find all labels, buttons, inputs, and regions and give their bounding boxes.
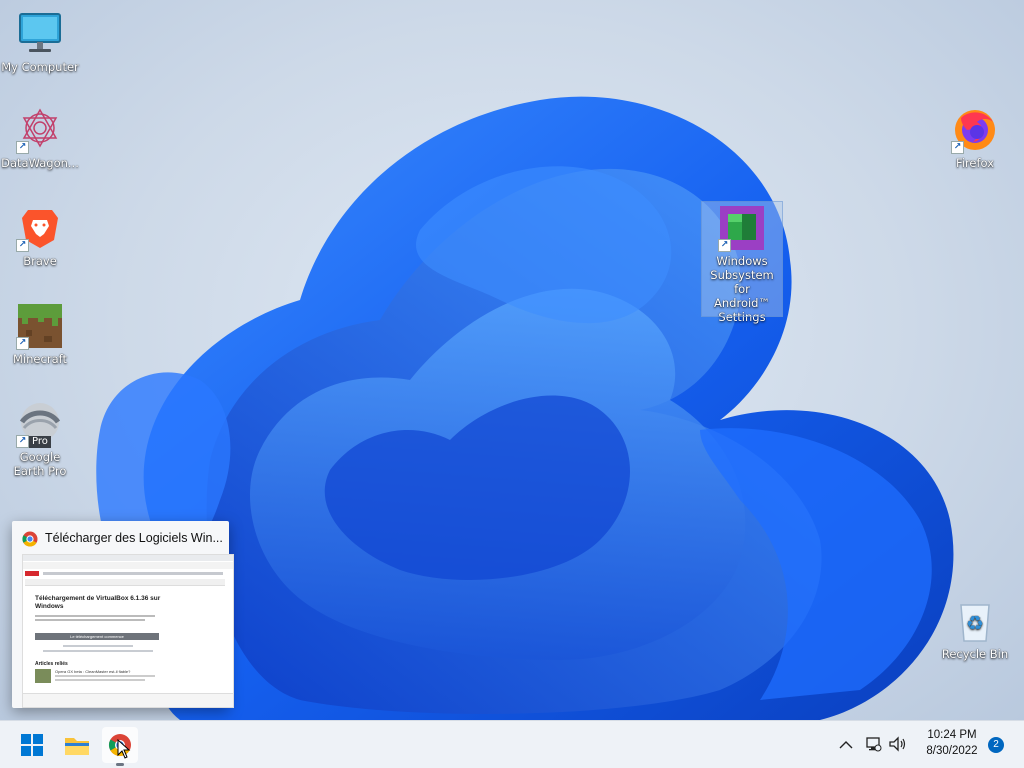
thumb-text-line: [55, 675, 155, 677]
monitor-icon: [16, 10, 64, 58]
chrome-icon: [22, 531, 38, 547]
desktop-icon-label: DataWagon...: [1, 156, 79, 170]
thumb-tabstrip: [23, 555, 233, 561]
shortcut-arrow-icon: ↗: [718, 239, 731, 252]
desktop-icon-recycle-bin[interactable]: ♻ Recycle Bin: [935, 597, 1015, 661]
notification-badge[interactable]: 2: [988, 737, 1004, 753]
desktop-icon-brave[interactable]: ↗ Brave: [0, 204, 80, 268]
thumb-nav-bar: [43, 572, 223, 575]
desktop-icon-label: My Computer: [1, 60, 79, 74]
thumb-subnav: [25, 579, 225, 586]
thumb-address-bar: [23, 562, 233, 569]
thumb-text-line: [35, 615, 155, 617]
shortcut-arrow-icon: ↗: [16, 435, 29, 448]
thumb-text-line: [55, 679, 145, 681]
shortcut-arrow-icon: ↗: [16, 337, 29, 350]
thumb-download-button: Le téléchargement commence: [35, 633, 159, 640]
start-button[interactable]: [14, 727, 50, 763]
desktop-icon-label: Firefox: [955, 156, 995, 170]
thumb-page-heading: Téléchargement de VirtualBox 6.1.36 sur …: [35, 595, 161, 610]
brave-lion-icon: ↗: [16, 204, 64, 252]
minecraft-grass-block-icon: ↗: [16, 302, 64, 350]
google-earth-icon: ↗ Pro: [16, 400, 64, 448]
thumb-text-line: [35, 619, 145, 621]
thumb-related-heading: Articles reliés: [35, 661, 68, 667]
thumb-article-image: [35, 669, 51, 683]
volume-icon[interactable]: [887, 734, 909, 754]
clock-time: 10:24 PM: [927, 729, 977, 741]
thumb-text-line: [63, 645, 133, 647]
desktop-icon-label: Google Earth Pro: [13, 450, 67, 478]
desktop-icon-label: Brave: [23, 254, 57, 268]
shortcut-arrow-icon: ↗: [16, 141, 29, 154]
thumb-related-item: Opera GX beta : CleanMaster est-il fiabl…: [55, 669, 131, 674]
mouse-cursor-icon: [117, 738, 131, 763]
taskbar: 10:24 PM 8/30/2022 2: [0, 720, 1024, 768]
chrome-window-preview[interactable]: Télécharger des Logiciels Win... Télécha…: [12, 521, 234, 708]
preview-window-title: Télécharger des Logiciels Win...: [45, 531, 223, 545]
chevron-up-icon: [839, 741, 853, 749]
desktop-icon-datawagon[interactable]: ↗ DataWagon...: [0, 106, 80, 170]
page-thumbnail: Téléchargement de VirtualBox 6.1.36 sur …: [22, 554, 234, 708]
clock-date: 8/30/2022: [926, 745, 978, 757]
file-explorer-button[interactable]: [59, 727, 95, 763]
network-icon[interactable]: [863, 734, 883, 754]
windows-start-icon: [21, 734, 43, 756]
shortcut-arrow-icon: ↗: [16, 239, 29, 252]
desktop-icon-label: Windows Subsystem for Android™ Settings: [710, 254, 774, 324]
svg-text:♻: ♻: [966, 611, 984, 635]
thumb-text-line: [43, 650, 153, 652]
desktop-icon-label: Recycle Bin: [941, 647, 1009, 661]
show-hidden-icons-button[interactable]: [836, 735, 856, 755]
wsa-settings-icon: ↗: [718, 204, 766, 252]
thumb-download-label: Le téléchargement commence: [70, 634, 124, 639]
desktop-icon-minecraft[interactable]: ↗ Minecraft: [0, 302, 80, 366]
clock-button[interactable]: 10:24 PM 8/30/2022: [914, 727, 990, 763]
thumb-download-bar: [23, 693, 233, 707]
notification-count: 2: [993, 739, 999, 750]
thumb-site-logo: [25, 571, 39, 576]
desktop-icon-firefox[interactable]: ↗ Firefox: [935, 106, 1015, 170]
firefox-icon: ↗: [951, 106, 999, 154]
running-indicator: [116, 763, 124, 766]
datawagon-icon: ↗: [16, 106, 64, 154]
desktop-icon-label: Minecraft: [13, 352, 67, 366]
desktop-icon-windows-subsystem-for-android-settings[interactable]: ↗ Windows Subsystem for Android™ Setting…: [701, 201, 783, 324]
desktop-icon-google-earth-pro[interactable]: ↗ Pro Google Earth Pro: [0, 400, 80, 478]
shortcut-arrow-icon: ↗: [951, 141, 964, 154]
recycle-bin-icon: ♻: [951, 597, 999, 645]
pro-badge: Pro: [29, 436, 51, 448]
file-explorer-icon: [65, 738, 89, 755]
desktop-icon-my-computer[interactable]: My Computer: [0, 10, 80, 74]
